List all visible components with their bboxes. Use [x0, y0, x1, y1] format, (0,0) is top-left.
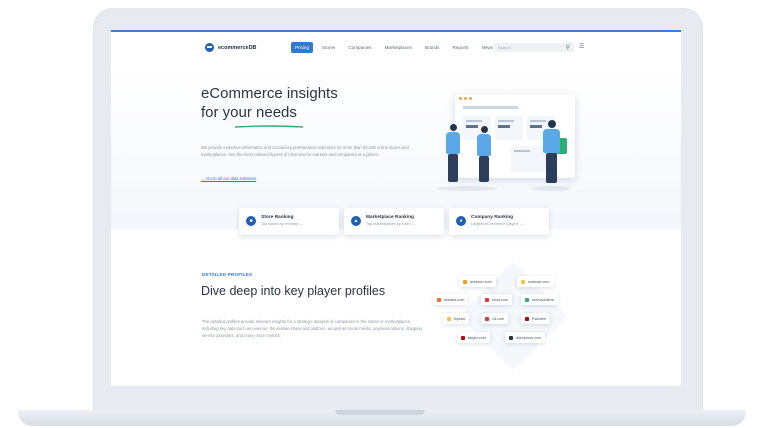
profile-pill[interactable]: target.com — [457, 332, 490, 343]
company-icon: ● — [456, 216, 466, 226]
section-description: The detailed profiles provide relevant i… — [202, 319, 422, 338]
menu-item-companies[interactable]: Companies — [344, 42, 375, 53]
user-icon[interactable]: ☰ — [579, 43, 584, 50]
laptop-notch — [335, 410, 425, 415]
kpi-card — [495, 116, 523, 140]
brand-icon — [521, 279, 525, 284]
site-logo[interactable]: ecommerceDB — [205, 43, 257, 52]
logo-text: ecommerceDB — [218, 44, 257, 51]
section-title: Dive deep into key player profiles — [201, 284, 386, 298]
player-profiles-cloud: amazon.com walmart.com alibaba.com ebay.… — [433, 262, 573, 370]
data-solutions-link[interactable]: → Go to all our data solutions — [201, 176, 256, 181]
main-menu: Pricing Stores Companies Marketplaces Br… — [291, 42, 497, 53]
hero-title-line2: for your needs — [201, 104, 297, 121]
profile-pill[interactable]: aliexpress.com — [505, 332, 546, 343]
store-icon: ■ — [246, 216, 256, 226]
brand-icon — [525, 297, 529, 302]
dashboard-title-bar — [463, 106, 518, 109]
illustration-shadow — [531, 186, 571, 191]
tab-subtitle: Top stores by revenue → — [261, 222, 304, 226]
profile-pill[interactable]: alibaba.com — [433, 294, 469, 305]
profile-pill[interactable]: flipkart — [443, 313, 470, 324]
data-solutions-link-text: Go to all our data solutions — [206, 176, 257, 181]
tab-subtitle: Top marketplaces by GMV → — [366, 222, 416, 226]
brand-icon — [447, 316, 451, 321]
hero-title: eCommerce insights for your needs — [201, 84, 381, 122]
profile-pill[interactable]: walmart.com — [517, 276, 554, 287]
ranking-tabs: ■ Store Ranking Top stores by revenue → … — [239, 208, 549, 235]
menu-item-reports[interactable]: Reports — [448, 42, 472, 53]
brand-icon — [461, 335, 465, 340]
website-screen: ecommerceDB Pricing Stores Companies Mar… — [111, 30, 681, 386]
title-underline-decoration — [235, 125, 303, 128]
illustration-shadow — [437, 186, 497, 191]
profile-pill[interactable]: amazon.com — [459, 276, 496, 287]
marketplace-icon: ▲ — [351, 216, 361, 226]
window-dots — [459, 97, 472, 100]
profile-pill[interactable]: mercadolibre — [521, 294, 558, 305]
logo-icon — [205, 43, 214, 52]
menu-item-pricing[interactable]: Pricing — [291, 42, 314, 53]
tab-company-ranking[interactable]: ● Company Ranking Largest eCommerce play… — [449, 208, 549, 235]
brand-icon — [485, 316, 489, 321]
profile-pill[interactable]: ebay.com — [481, 294, 513, 305]
search-placeholder: Search — [498, 45, 511, 50]
menu-item-stores[interactable]: Stores — [318, 42, 339, 53]
brand-icon — [525, 316, 529, 321]
brand-icon — [437, 297, 441, 302]
hero-description: We provide extensive information and cru… — [201, 145, 409, 157]
section-kicker: DETAILED PROFILES — [202, 272, 253, 277]
menu-item-marketplaces[interactable]: Marketplaces — [381, 42, 416, 53]
profile-pill[interactable]: Rakuten — [521, 313, 551, 324]
brand-icon — [509, 335, 513, 340]
tab-marketplace-ranking[interactable]: ▲ Marketplace Ranking Top marketplaces b… — [344, 208, 444, 235]
search-icon[interactable]: ⚲ — [566, 44, 570, 51]
tab-subtitle: Largest eCommerce players → — [471, 222, 524, 226]
hero-title-line1: eCommerce insights — [201, 85, 338, 102]
tab-title: Store Ranking — [261, 215, 294, 220]
chart-card — [511, 146, 547, 172]
tab-title: Company Ranking — [471, 215, 514, 220]
menu-item-brands[interactable]: Brands — [421, 42, 444, 53]
tab-title: Marketplace Ranking — [366, 215, 414, 220]
top-navigation: ecommerceDB Pricing Stores Companies Mar… — [111, 32, 681, 64]
tab-store-ranking[interactable]: ■ Store Ranking Top stores by revenue → — [239, 208, 339, 235]
profile-pill[interactable]: Jd.com — [481, 313, 509, 324]
brand-icon — [485, 297, 489, 302]
brand-icon — [463, 279, 467, 284]
search-input[interactable]: Search ⚲ — [494, 43, 574, 52]
